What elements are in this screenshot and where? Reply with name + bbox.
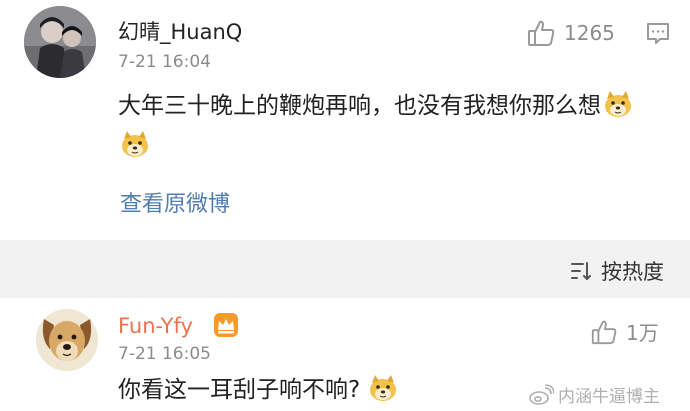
sort-by-hot-button[interactable]: 按热度: [569, 256, 664, 286]
avatar[interactable]: [36, 309, 98, 371]
comment-text: 大年三十晚上的鞭炮再响，也没有我想你那么想: [118, 86, 648, 166]
like-count: 1万: [626, 321, 659, 345]
like-count: 1265: [564, 21, 615, 45]
view-original-weibo-link[interactable]: 查看原微博: [120, 186, 230, 218]
weibo-logo-icon: [529, 383, 554, 405]
avatar[interactable]: [24, 6, 96, 78]
sort-icon: [571, 262, 591, 281]
thumbs-up-icon: [591, 320, 617, 344]
like-button[interactable]: 1265: [526, 18, 615, 48]
comment-body: 大年三十晚上的鞭炮再响，也没有我想你那么想: [118, 93, 601, 119]
comment-body: 你看这一耳刮子响不响?: [118, 377, 361, 403]
doge-emoji-icon: [603, 90, 633, 118]
doge-emoji-icon: [368, 374, 398, 402]
crown-icon: [214, 313, 238, 337]
timestamp: 7-21 16:04: [118, 52, 211, 72]
watermark: 内涵牛逼博主: [528, 382, 660, 407]
comment-reply-icon[interactable]: [645, 20, 671, 46]
comment-text: 你看这一耳刮子响不响?: [118, 370, 398, 410]
watermark-text: 内涵牛逼博主: [558, 387, 660, 407]
sort-label: 按热度: [601, 260, 664, 284]
doge-emoji-icon: [120, 130, 150, 158]
username[interactable]: Fun-Yfy: [118, 314, 193, 338]
thumbs-up-icon: [528, 20, 555, 46]
like-button[interactable]: 1万: [590, 317, 659, 346]
username[interactable]: 幻晴_HuanQ: [118, 16, 242, 46]
timestamp: 7-21 16:05: [118, 344, 211, 364]
